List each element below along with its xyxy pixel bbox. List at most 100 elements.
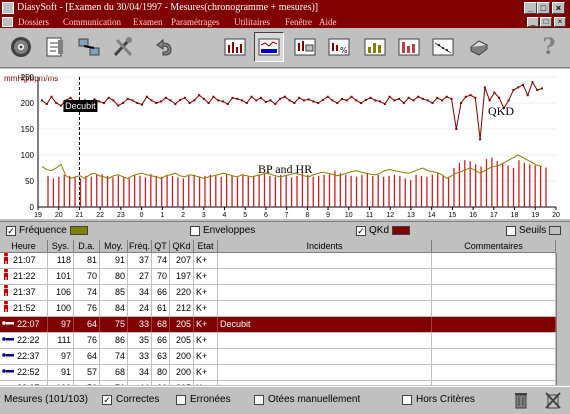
- disk-icon[interactable]: [6, 32, 36, 62]
- x-tick-label: 5: [243, 212, 247, 219]
- undo-icon[interactable]: [148, 32, 178, 62]
- legend-frequence[interactable]: ✓ Fréquence: [6, 225, 88, 236]
- x-tick-label: 11: [366, 212, 373, 219]
- table-row[interactable]: 21:07 118 81 91 37 74 207 K+: [0, 253, 570, 269]
- menu-aide[interactable]: Aide: [319, 16, 337, 28]
- qkd-point: [350, 95, 353, 98]
- cell-commentaires[interactable]: [432, 317, 556, 332]
- trash-icon[interactable]: [510, 389, 532, 411]
- col-header-7[interactable]: Etat: [194, 240, 218, 253]
- cell-commentaires[interactable]: [432, 285, 556, 300]
- table-row[interactable]: 21:37 106 74 85 34 66 220 K+: [0, 285, 570, 301]
- filter-correctes[interactable]: ✓ Correctes: [102, 394, 159, 405]
- cell-commentaires[interactable]: [432, 269, 556, 284]
- col-header-3[interactable]: Moy.: [100, 240, 128, 253]
- histogram-icon[interactable]: [220, 32, 250, 62]
- qkd-checkbox[interactable]: ✓: [356, 225, 366, 236]
- filter-hors[interactable]: Hors Critères: [402, 394, 475, 405]
- column-chart-icon[interactable]: [394, 32, 424, 62]
- otees-checkbox[interactable]: [254, 394, 264, 405]
- maximize-button[interactable]: □: [537, 2, 550, 14]
- table-row[interactable]: 22:37 97 64 74 33 63 200 K+: [0, 349, 570, 365]
- qkd-point: [436, 96, 439, 99]
- printer-icon[interactable]: [464, 32, 494, 62]
- delete-icon[interactable]: [542, 389, 564, 411]
- notepad-icon[interactable]: [40, 32, 70, 62]
- qkd-point: [169, 99, 172, 102]
- table-row[interactable]: 22:22 111 76 86 35 66 205 K+: [0, 333, 570, 349]
- child-close-button[interactable]: ×: [554, 17, 566, 27]
- erronees-checkbox[interactable]: [176, 394, 186, 405]
- filter-erronees[interactable]: Erronées: [176, 394, 231, 405]
- qkd-point: [274, 103, 277, 106]
- child-window-icon[interactable]: [2, 17, 13, 27]
- minimize-button[interactable]: _: [524, 2, 537, 14]
- cell-commentaires[interactable]: [432, 381, 556, 385]
- chronogram-chart[interactable]: mmHg/bpm/ms 250 200 150 100 50 0 19 20 21 22 23 0 1 2 3…: [0, 69, 570, 219]
- enveloppes-checkbox[interactable]: [190, 225, 200, 236]
- col-header-6[interactable]: QKd: [170, 240, 194, 253]
- child-restore-button[interactable]: □: [540, 17, 552, 27]
- cell-commentaires[interactable]: [432, 349, 556, 364]
- y-tick-label: 250: [21, 73, 35, 82]
- cell-commentaires[interactable]: [432, 253, 556, 268]
- menu-utilitaires[interactable]: Utilitaires: [234, 16, 270, 28]
- cell-heure: 21:22: [0, 269, 48, 284]
- table-row[interactable]: 23:07 10056714466205K+: [0, 381, 570, 385]
- legend-enveloppes[interactable]: Enveloppes: [190, 225, 255, 236]
- col-header-9[interactable]: Commentaires: [432, 240, 556, 253]
- cell-moy: 84: [100, 301, 128, 316]
- hors-checkbox[interactable]: [402, 394, 412, 405]
- col-header-2[interactable]: D.a.: [74, 240, 100, 253]
- frequence-swatch[interactable]: [69, 226, 88, 235]
- frequence-checkbox[interactable]: ✓: [6, 225, 16, 236]
- menu-parametrages[interactable]: Paramétrages: [171, 16, 219, 28]
- menu-fenetre[interactable]: Fenêtre: [285, 16, 312, 28]
- table-row[interactable]: 21:52 100 76 84 24 61 212 K+: [0, 301, 570, 317]
- filter-otees[interactable]: Otées manuellement: [254, 394, 360, 405]
- heure-text: 21:52: [13, 303, 36, 313]
- table-icon[interactable]: [290, 32, 320, 62]
- table-row[interactable]: 22:52 91 57 68 34 80 200 K+: [0, 365, 570, 381]
- col-header-8[interactable]: Incidents: [218, 240, 432, 253]
- legend-seuils[interactable]: Seuils: [506, 225, 562, 236]
- chronogram-icon[interactable]: [254, 32, 284, 62]
- seuils-swatch[interactable]: [549, 226, 562, 235]
- network-icon[interactable]: [74, 32, 104, 62]
- col-header-5[interactable]: QT: [152, 240, 170, 253]
- cell-commentaires[interactable]: [432, 333, 556, 348]
- chart-percent-icon[interactable]: %: [324, 32, 354, 62]
- cell-commentaires[interactable]: [432, 301, 556, 316]
- cell-commentaires[interactable]: [432, 365, 556, 380]
- legend-qkd[interactable]: ✓ QKd: [356, 225, 411, 236]
- table-row[interactable]: 22:07 97 64 75 33 68 205 K+ Decubit: [0, 317, 570, 333]
- app-icon[interactable]: [2, 2, 14, 14]
- bar-chart-icon[interactable]: [360, 32, 390, 62]
- scatter-icon[interactable]: [428, 32, 458, 62]
- tools-icon[interactable]: [108, 32, 138, 62]
- qkd-point: [288, 99, 291, 102]
- correctes-checkbox[interactable]: ✓: [102, 394, 112, 405]
- col-header-1[interactable]: Sys.: [48, 240, 74, 253]
- seuils-checkbox[interactable]: [506, 225, 516, 236]
- table-row[interactable]: 21:22 101 70 80 27 70 197 K+: [0, 269, 570, 285]
- cell-freq: 27: [128, 269, 152, 284]
- x-tick-label: 2: [181, 212, 185, 219]
- cell-incidents: [218, 365, 432, 380]
- qkd-swatch[interactable]: [392, 226, 411, 235]
- menu-communication[interactable]: Communication: [63, 16, 121, 28]
- menu-examen[interactable]: Examen: [133, 16, 163, 28]
- cell-moy: 86: [100, 333, 128, 348]
- cell-sys: 100: [48, 301, 74, 316]
- col-header-0[interactable]: Heure: [0, 240, 48, 253]
- table-scrollbar[interactable]: [556, 253, 570, 385]
- close-button[interactable]: ×: [552, 2, 565, 14]
- help-icon[interactable]: ?: [534, 32, 564, 62]
- col-header-4[interactable]: Fréq.: [128, 240, 152, 253]
- qkd-point: [421, 97, 424, 100]
- cell-da: 76: [74, 301, 100, 316]
- x-tick-label: 19: [34, 212, 42, 219]
- child-minimize-button[interactable]: _: [527, 17, 539, 27]
- cell-heure: 22:07: [0, 317, 48, 332]
- menu-dossiers[interactable]: Dossiers: [18, 16, 49, 28]
